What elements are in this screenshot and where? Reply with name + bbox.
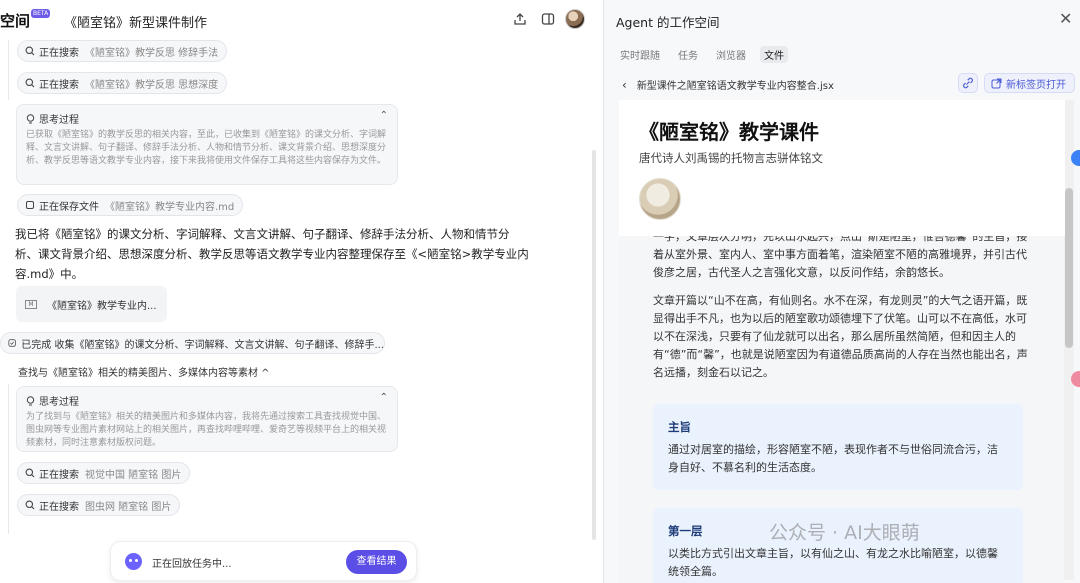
agent-workspace-panel: Agent 的工作空间 ✕ 实时跟随 任务 浏览器 文件 ‹ 新型课件之陋室铭语… [603, 0, 1080, 583]
thinking-title: 思考过程 [39, 397, 79, 408]
workspace-tabs: 实时跟随 任务 浏览器 文件 [616, 46, 798, 63]
share-icon[interactable] [512, 11, 528, 27]
watermark: 公众号 · AI大眼萌 [769, 522, 920, 544]
back-arrow-icon[interactable]: ‹ [622, 78, 627, 92]
chat-scrollbar[interactable] [592, 150, 596, 540]
thinking-title: 思考过程 [39, 115, 79, 126]
brand-logo: 空间 [0, 12, 31, 30]
beta-badge: BETA [31, 9, 51, 18]
agent-bot-icon [125, 553, 142, 570]
search-icon [25, 78, 35, 88]
open-new-tab-button[interactable]: 新标签页打开 [984, 73, 1075, 93]
replay-status: 正在回放任务中... [152, 559, 232, 570]
link-icon [963, 77, 973, 89]
tab-live-follow[interactable]: 实时跟随 [616, 46, 664, 63]
search-chip-label: 正在搜索 [39, 501, 79, 513]
card-heading: 主旨 [668, 420, 691, 434]
collapse-icon[interactable]: ⌃ [380, 392, 388, 403]
search-chip[interactable]: 正在搜索 视觉中国 陋室铭 图片 [17, 462, 191, 484]
search-chip-label: 正在搜索 [39, 79, 79, 91]
file-icon [26, 201, 34, 209]
open-new-tab-label: 新标签页打开 [1006, 79, 1066, 91]
replay-bar: 正在回放任务中... 查看结果 [110, 541, 417, 581]
document-subtitle: 唐代诗人刘禹锡的托物言志骈体铭文 [639, 151, 823, 165]
markdown-file-icon: M [25, 299, 37, 309]
search-icon [25, 46, 35, 56]
search-chip-query: 《陋室铭》教学反思 修辞手法 [85, 47, 219, 59]
theme-card: 主旨 通过对居室的描绘，形容陋室不陋，表现作者不与世俗同流合污，洁身自好、不慕名… [653, 404, 1023, 490]
scroll-thumb[interactable] [1065, 188, 1073, 348]
search-chip-label: 正在搜索 [39, 469, 79, 481]
document-header: 《陋室铭》教学课件 唐代诗人刘禹锡的托物言志骈体铭文 [619, 100, 1065, 236]
check-icon [8, 339, 16, 347]
tab-files[interactable]: 文件 [760, 46, 788, 63]
completed-step-text: 已完成 收集《陋室铭》的课文分析、字词解释、文言文讲解、句子翻译、修辞手... [21, 339, 384, 351]
thinking-panel[interactable]: 思考过程 ⌃ 为了找到与《陋室铭》相关的精美图片和多媒体内容，我将先通过搜索工具… [16, 386, 398, 452]
thinking-text: 已获取《陋室铭》的教学反思的相关内容，至此，已收集到《陋室铭》的课文分析、字词解… [26, 130, 387, 166]
search-icon [25, 500, 35, 510]
document-title: 《陋室铭》教学课件 [639, 120, 819, 144]
file-path-bar: ‹ 新型课件之陋室铭语文教学专业内容整合.jsx [622, 77, 834, 93]
paragraph: 一学，文章层次分明，先以山水起兴，点出“斯是陋室，惟吾德馨”的主旨，接着从室外景… [653, 236, 1028, 279]
search-chip-query: 《陋室铭》教学反思 思想深度 [85, 79, 219, 91]
completed-step[interactable]: 已完成 收集《陋室铭》的课文分析、字词解释、文言文讲解、句子翻译、修辞手... [0, 332, 385, 354]
search-chip-query: 视觉中国 陋室铭 图片 [85, 469, 182, 481]
tab-browser[interactable]: 浏览器 [712, 46, 750, 63]
collapse-icon[interactable]: ⌃ [380, 110, 388, 121]
document-preview[interactable]: 《陋室铭》教学课件 唐代诗人刘禹锡的托物言志骈体铭文 一学，文章层次分明，先以山… [619, 100, 1065, 583]
assistant-message: 我已将《陋室铭》的课文分析、字词解释、文言文讲解、句子翻译、修辞手法分析、人物和… [15, 227, 529, 281]
side-widget-icon[interactable] [1071, 150, 1080, 166]
task-section-title[interactable]: 查找与《陋室铭》相关的精美图片、多媒体内容等素材 ^ [18, 364, 270, 379]
search-chip-query: 图虫网 陋室铭 图片 [85, 501, 172, 513]
close-icon[interactable]: ✕ [1059, 9, 1072, 28]
lightbulb-icon [26, 395, 35, 405]
layout-toggle-icon[interactable] [540, 11, 556, 27]
timeline-line [8, 40, 9, 100]
search-chip-label: 正在搜索 [39, 47, 79, 59]
file-attachment-name: 《陋室铭》教学专业内... [47, 300, 157, 312]
search-chip[interactable]: 正在搜索 《陋室铭》教学反思 修辞手法 [17, 40, 228, 62]
thinking-text: 为了找到与《陋室铭》相关的精美图片和多媒体内容，我将先通过搜索工具查找视觉中国、… [26, 412, 387, 448]
chat-panel: 空间 BETA 《陋室铭》新型课件制作 正在搜索 《陋室铭》教学反思 修辞手法 … [0, 0, 600, 583]
tab-tasks[interactable]: 任务 [674, 46, 702, 63]
copy-link-button[interactable] [958, 73, 978, 93]
card-text: 通过对居室的描绘，形容陋室不陋，表现作者不与世俗同流合污，洁身自好、不慕名利的生… [668, 443, 998, 474]
file-attachment[interactable]: M 《陋室铭》教学专业内... [16, 286, 167, 322]
view-result-button[interactable]: 查看结果 [346, 550, 407, 574]
save-file-name: 《陋室铭》教学专业内容.md [105, 201, 235, 213]
external-link-icon [991, 78, 1002, 89]
search-chip[interactable]: 正在搜索 《陋室铭》教学反思 思想深度 [17, 72, 228, 94]
timeline-line [8, 384, 9, 534]
card-text: 以类比方式引出文章主旨，以有仙之山、有龙之水比喻陋室，以德馨统领全篇。 [668, 547, 998, 578]
file-path: 新型课件之陋室铭语文教学专业内容整合.jsx [636, 81, 834, 92]
avatar[interactable] [565, 9, 585, 29]
search-icon [25, 468, 35, 478]
save-file-label: 正在保存文件 [39, 201, 99, 213]
chat-header: 空间 BETA 《陋室铭》新型课件制作 [0, 0, 600, 40]
lightbulb-icon [26, 113, 35, 123]
workspace-title: Agent 的工作空间 [616, 15, 720, 30]
paragraph: 文章开篇以“山不在高，有仙则名。水不在深，有龙则灵”的大气之语开篇，既显得出手不… [653, 294, 1028, 379]
thinking-panel[interactable]: 思考过程 ⌃ 已获取《陋室铭》的教学反思的相关内容，至此，已收集到《陋室铭》的课… [16, 104, 398, 185]
page-title: 《陋室铭》新型课件制作 [64, 16, 208, 31]
search-chip[interactable]: 正在搜索 图虫网 陋室铭 图片 [17, 494, 181, 516]
save-file-chip[interactable]: 正在保存文件 《陋室铭》教学专业内容.md [17, 194, 244, 216]
side-widget-icon[interactable] [1071, 371, 1080, 387]
document-scrollbar[interactable] [1064, 100, 1074, 580]
cover-image [639, 178, 681, 220]
